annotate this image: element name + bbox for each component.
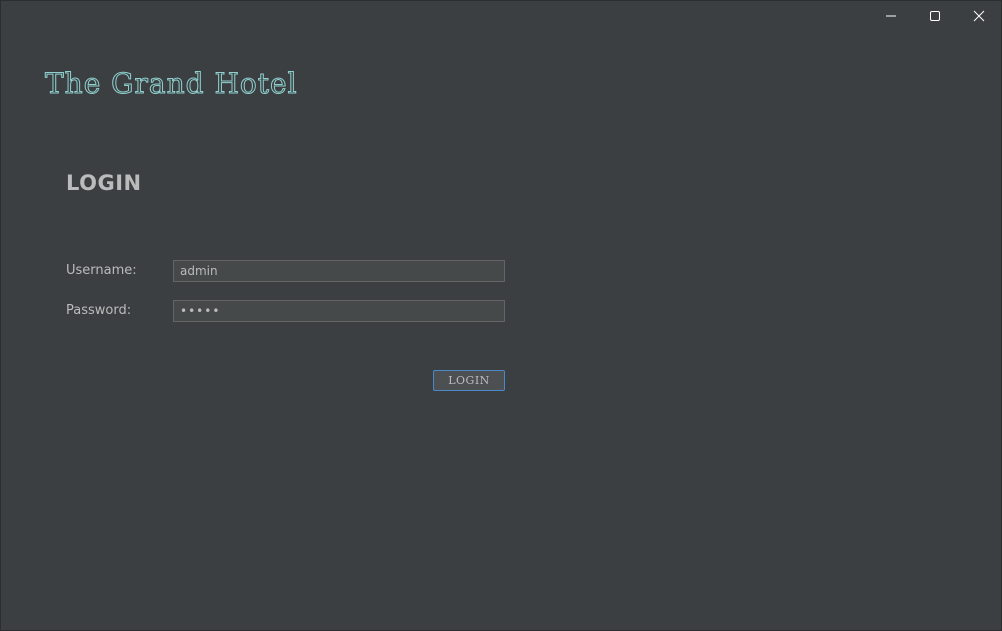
username-label: Username:: [66, 263, 137, 278]
password-input[interactable]: [173, 300, 505, 322]
maximize-icon: [930, 11, 940, 21]
minimize-button[interactable]: [869, 1, 913, 31]
page-title: LOGIN: [66, 171, 142, 195]
login-button[interactable]: LOGIN: [433, 370, 505, 391]
close-button[interactable]: [957, 1, 1001, 31]
password-label: Password:: [66, 303, 132, 318]
window-controls: [869, 1, 1001, 31]
minimize-icon: [886, 15, 896, 17]
login-window: The Grand Hotel LOGIN Username: Password…: [0, 0, 1002, 631]
username-input[interactable]: [173, 260, 505, 282]
brand-title: The Grand Hotel: [45, 67, 298, 101]
maximize-button[interactable]: [913, 1, 957, 31]
close-icon: [973, 10, 985, 22]
